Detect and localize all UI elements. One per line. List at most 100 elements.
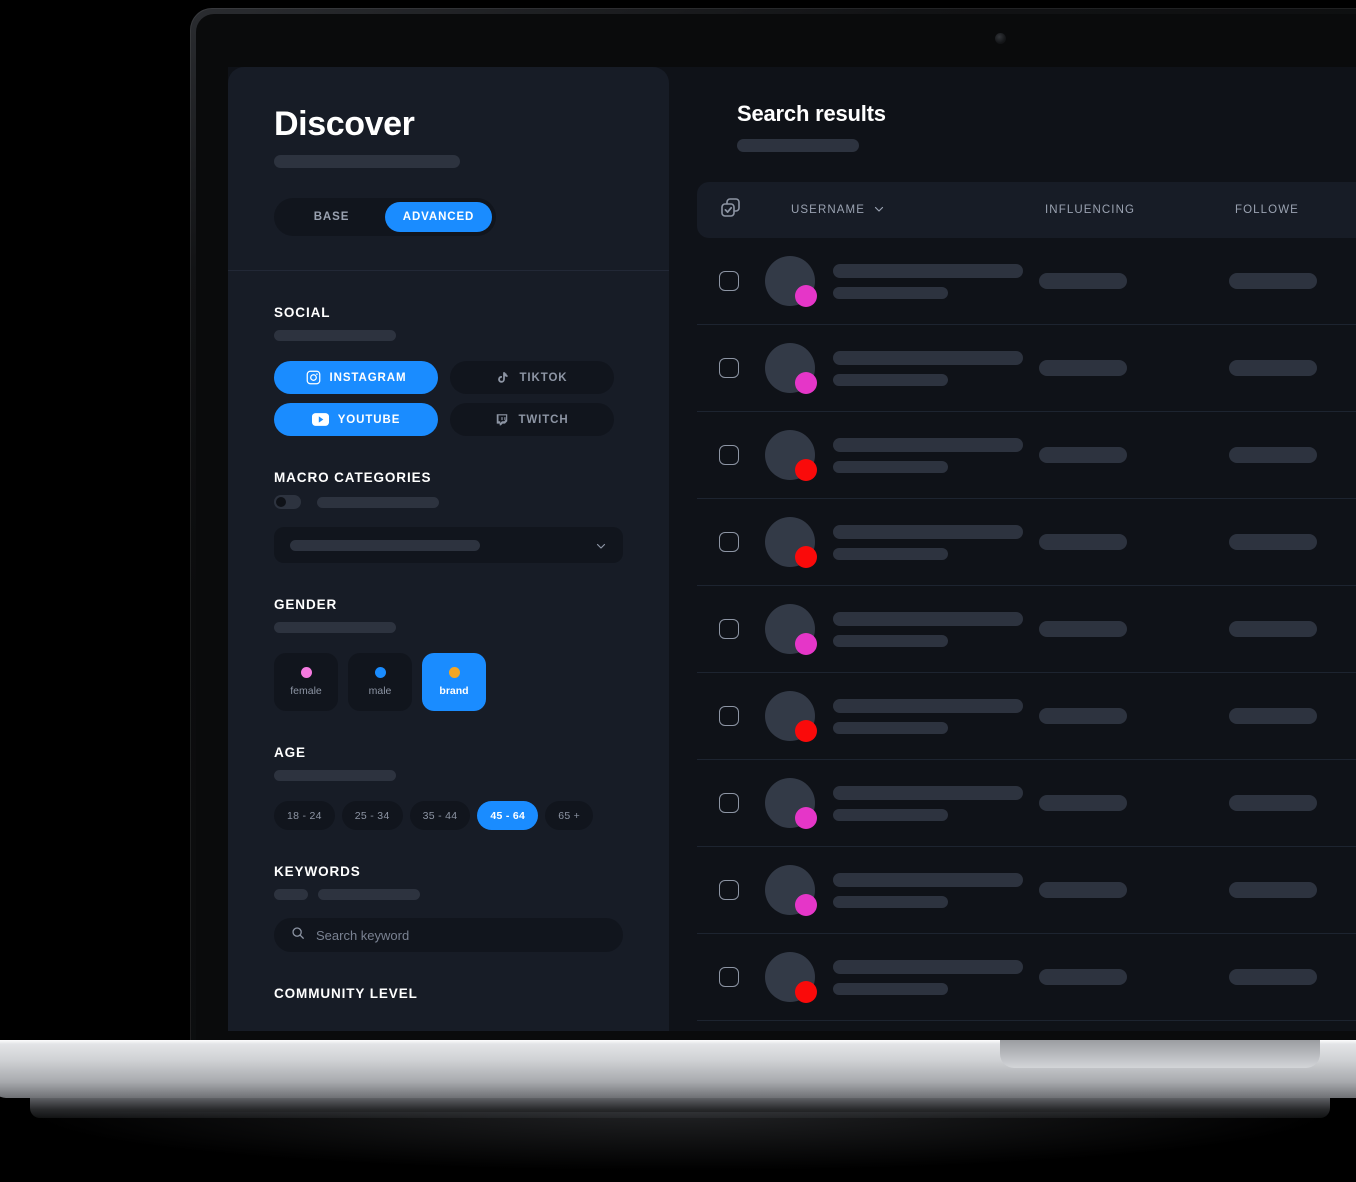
row-user-cell: [739, 778, 1039, 829]
row-handle-skeleton: [833, 808, 948, 821]
row-name-skeleton: [833, 785, 1023, 800]
filter-group-macro-categories: MACRO CATEGORIES: [274, 470, 623, 563]
table-row[interactable]: [697, 760, 1356, 847]
social-option-twitch-label: TWITCH: [518, 413, 569, 426]
platform-badge-icon: [795, 285, 817, 307]
row-user-cell: [739, 343, 1039, 394]
search-results-panel: Search results USERNAME INFLUENCING FOLL…: [697, 67, 1356, 1031]
row-checkbox[interactable]: [719, 532, 739, 552]
gender-option-female-label: female: [290, 685, 322, 697]
gender-option-female[interactable]: female: [274, 653, 338, 711]
row-handle-skeleton: [833, 721, 948, 734]
table-row[interactable]: [697, 673, 1356, 760]
results-header: Search results: [697, 67, 1356, 152]
row-influencing-cell: [1039, 795, 1229, 811]
row-influencing-skeleton: [1039, 969, 1127, 985]
table-row[interactable]: [697, 934, 1356, 1021]
gender-dot-male: [374, 667, 386, 678]
row-name-skeleton: [833, 959, 1023, 974]
age-group-skeleton: [274, 770, 396, 781]
age-option-25-34[interactable]: 25 - 34: [341, 801, 403, 830]
column-header-influencing[interactable]: INFLUENCING: [1045, 204, 1235, 216]
select-all-checkbox[interactable]: [719, 196, 745, 225]
social-option-tiktok-label: TIKTOK: [519, 371, 568, 384]
row-handle-skeleton: [833, 547, 948, 560]
row-handle-skeleton: [833, 286, 948, 299]
social-option-youtube[interactable]: YOUTUBE: [274, 403, 438, 436]
keyword-search-box[interactable]: [274, 918, 623, 952]
row-checkbox[interactable]: [719, 793, 739, 813]
macro-categories-skeleton: [317, 496, 439, 508]
gender-dot-female: [300, 667, 312, 678]
row-influencing-skeleton: [1039, 882, 1127, 898]
social-option-instagram[interactable]: INSTAGRAM: [274, 361, 438, 394]
row-checkbox[interactable]: [719, 706, 739, 726]
keywords-skeleton-b: [318, 889, 420, 900]
row-user-cell: [739, 430, 1039, 481]
row-checkbox[interactable]: [719, 880, 739, 900]
tab-base[interactable]: BASE: [278, 202, 385, 232]
table-row[interactable]: [697, 412, 1356, 499]
row-checkbox[interactable]: [719, 967, 739, 987]
row-name-skeleton: [833, 872, 1023, 887]
avatar: [765, 517, 817, 568]
results-rows: [697, 238, 1356, 1021]
row-name-skeletons: [833, 611, 1023, 647]
table-row[interactable]: [697, 238, 1356, 325]
table-row[interactable]: [697, 325, 1356, 412]
platform-badge-icon: [795, 807, 817, 829]
table-row[interactable]: [697, 847, 1356, 934]
row-name-skeletons: [833, 698, 1023, 734]
column-header-username[interactable]: USERNAME: [745, 203, 1045, 218]
row-checkbox[interactable]: [719, 619, 739, 639]
row-name-skeleton: [833, 263, 1023, 278]
social-option-twitch[interactable]: TWITCH: [450, 403, 614, 436]
results-title: Search results: [737, 101, 886, 126]
age-option-65-plus[interactable]: 65 +: [545, 801, 594, 830]
table-row[interactable]: [697, 499, 1356, 586]
sidebar-filters: SOCIAL INSTAGRAM TIKTOK YOUTUBE TWITCH M…: [228, 271, 669, 1001]
row-influencing-skeleton: [1039, 795, 1127, 811]
column-header-followers[interactable]: FOLLOWE: [1235, 204, 1356, 216]
gender-option-brand[interactable]: brand: [422, 653, 486, 711]
row-influencing-cell: [1039, 708, 1229, 724]
age-option-18-24[interactable]: 18 - 24: [274, 801, 335, 830]
age-options: 18 - 24 25 - 34 35 - 44 45 - 64 65 +: [274, 801, 623, 830]
row-followers-cell: [1229, 795, 1356, 811]
row-handle-skeleton: [833, 982, 948, 995]
chevron-down-icon: [595, 539, 607, 551]
search-input[interactable]: [316, 927, 606, 943]
instagram-icon: [306, 370, 321, 385]
row-influencing-skeleton: [1039, 360, 1127, 376]
macro-categories-select[interactable]: [274, 527, 623, 563]
title-subtitle-skeleton: [274, 155, 460, 168]
twitch-icon: [495, 412, 509, 427]
row-name-skeleton: [833, 698, 1023, 713]
app-root: Discover BASE ADVANCED SOCIAL INSTAGRAM …: [228, 67, 1356, 1031]
age-option-35-44[interactable]: 35 - 44: [409, 801, 471, 830]
row-influencing-skeleton: [1039, 447, 1127, 463]
row-checkbox[interactable]: [719, 358, 739, 378]
tab-advanced[interactable]: ADVANCED: [385, 202, 492, 232]
macro-categories-title: MACRO CATEGORIES: [274, 470, 432, 485]
row-name-skeleton: [833, 611, 1023, 626]
row-followers-skeleton: [1229, 447, 1317, 463]
platform-badge-icon: [795, 720, 817, 742]
row-influencing-skeleton: [1039, 708, 1127, 724]
filter-group-community-level: COMMUNITY LEVEL: [274, 986, 623, 1001]
row-influencing-cell: [1039, 273, 1229, 289]
row-checkbox[interactable]: [719, 271, 739, 291]
row-followers-cell: [1229, 273, 1356, 289]
row-followers-cell: [1229, 447, 1356, 463]
page-title: Discover: [274, 105, 415, 143]
gender-option-male[interactable]: male: [348, 653, 412, 711]
row-checkbox[interactable]: [719, 445, 739, 465]
macro-categories-toggle[interactable]: [274, 495, 301, 509]
social-option-tiktok[interactable]: TIKTOK: [450, 361, 614, 394]
gender-option-male-label: male: [368, 685, 392, 697]
social-group-title: SOCIAL: [274, 305, 331, 320]
table-row[interactable]: [697, 586, 1356, 673]
age-option-45-64[interactable]: 45 - 64: [477, 801, 539, 830]
row-handle-skeleton: [833, 373, 948, 386]
tiktok-icon: [497, 370, 511, 385]
